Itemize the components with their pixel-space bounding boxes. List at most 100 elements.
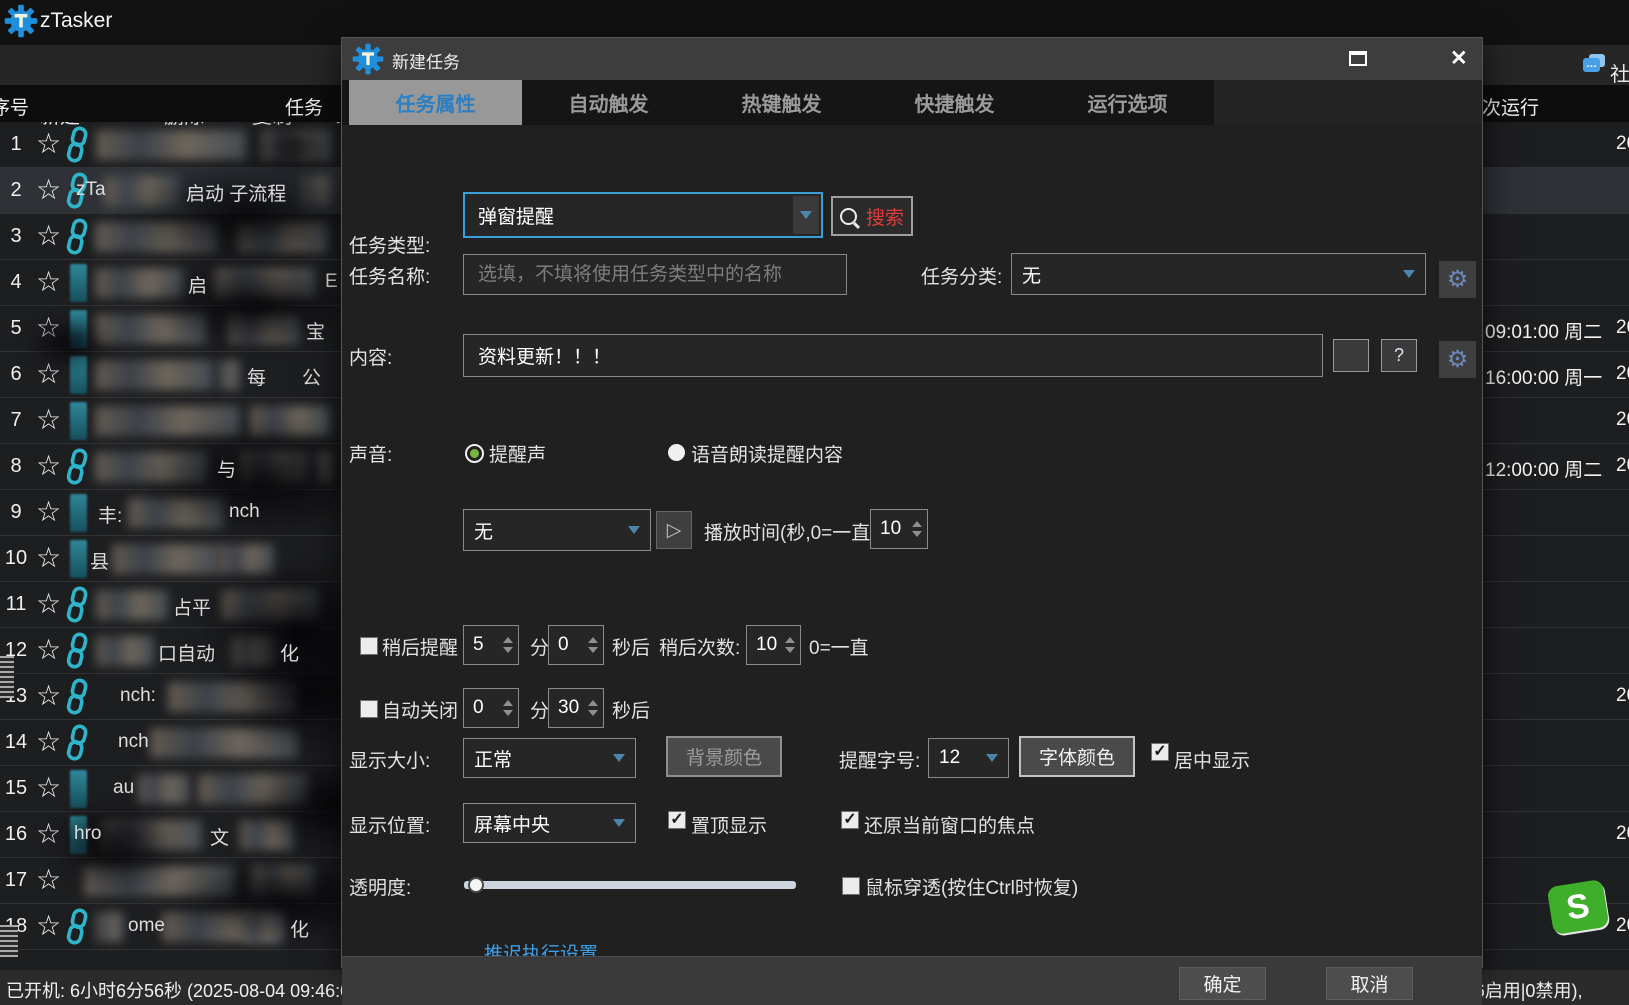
clipped-date-value: 20: [1616, 685, 1629, 707]
play-time-spinner[interactable]: 10: [870, 509, 928, 549]
task-name-fragment: 每: [247, 363, 266, 390]
content-help-button[interactable]: ?: [1381, 339, 1417, 372]
task-name-fragment: 宝: [306, 317, 325, 344]
font-size-label: 提醒字号:: [839, 746, 920, 773]
favorite-star-icon[interactable]: ☆: [36, 495, 61, 528]
spinner-arrows-icon[interactable]: [503, 626, 513, 664]
content-input[interactable]: [476, 344, 1310, 368]
display-pos-value: 屏幕中央: [474, 810, 550, 837]
column-header-task[interactable]: 任务: [285, 93, 323, 120]
dialog-tab[interactable]: 快捷触发: [868, 80, 1041, 125]
alert-sound-radio-label[interactable]: 提醒声: [489, 440, 546, 467]
linked-task-chain-icon: [66, 631, 88, 676]
later-minutes-spinner[interactable]: 5: [463, 625, 519, 665]
favorite-star-icon[interactable]: ☆: [36, 265, 61, 298]
favorite-star-icon[interactable]: ☆: [36, 679, 61, 712]
search-button-label: 搜索: [866, 203, 904, 230]
favorite-star-icon[interactable]: ☆: [36, 403, 61, 436]
dialog-tab[interactable]: 热键触发: [695, 80, 868, 125]
favorite-star-icon[interactable]: ☆: [36, 725, 61, 758]
autoclose-seconds-spinner[interactable]: 30: [548, 688, 604, 728]
left-scrollbar-grip[interactable]: [0, 925, 18, 957]
favorite-star-icon[interactable]: ☆: [36, 219, 61, 252]
cancel-button[interactable]: 取消: [1326, 967, 1413, 1000]
alert-sound-radio[interactable]: [465, 444, 484, 463]
font-size-select[interactable]: 12: [928, 738, 1009, 778]
spinner-arrows-icon[interactable]: [785, 626, 795, 664]
clipped-date-value: 20: [1616, 823, 1629, 845]
center-display-label[interactable]: 居中显示: [1174, 746, 1250, 773]
favorite-star-icon[interactable]: ☆: [36, 909, 61, 942]
sound-select[interactable]: 无: [463, 509, 651, 551]
task-index: 9: [0, 501, 32, 524]
remind-later-checkbox[interactable]: [360, 637, 378, 655]
dialog-tab[interactable]: 任务属性: [349, 80, 522, 125]
task-category-value: 无: [1022, 261, 1041, 288]
mouse-through-label[interactable]: 鼠标穿透(按住Ctrl时恢复): [865, 873, 1078, 900]
dialog-tab[interactable]: 自动触发: [522, 80, 695, 125]
column-header-next-run[interactable]: 次运行: [1482, 93, 1539, 120]
auto-close-checkbox[interactable]: [360, 700, 378, 718]
tts-radio[interactable]: [668, 444, 685, 461]
opacity-slider-thumb[interactable]: [468, 877, 484, 893]
spinner-arrows-icon[interactable]: [503, 689, 513, 727]
maximize-restore-icon[interactable]: [1349, 51, 1367, 66]
task-name-input[interactable]: [476, 263, 834, 287]
ztasker-app: zTasker + 新建 ✕ 删除 复制 编辑 … 社 序号 任务 次运行 1☆: [0, 0, 1629, 1005]
task-index: 2: [0, 179, 32, 202]
spinner-arrows-icon[interactable]: [588, 689, 598, 727]
opacity-slider-track[interactable]: [464, 881, 796, 889]
remind-later-label[interactable]: 稍后提醒: [382, 633, 458, 660]
task-category-label: 任务分类:: [921, 262, 1002, 289]
display-pos-select[interactable]: 屏幕中央: [463, 803, 636, 843]
center-display-checkbox[interactable]: ✓: [1151, 743, 1169, 761]
bg-color-button[interactable]: 背景颜色: [666, 736, 782, 777]
mouse-through-checkbox[interactable]: [842, 877, 860, 895]
minutes-unit-label: 分: [530, 633, 549, 660]
redaction-smudge: [250, 118, 340, 176]
ok-button[interactable]: 确定: [1179, 967, 1266, 1000]
column-header-index[interactable]: 序号: [0, 93, 29, 120]
font-color-button[interactable]: 字体颜色: [1019, 736, 1135, 777]
task-category-select[interactable]: 无: [1011, 253, 1426, 295]
dialog-titlebar: 新建任务 ✕: [342, 38, 1482, 80]
play-sound-button[interactable]: ▷: [656, 511, 692, 549]
favorite-star-icon[interactable]: ☆: [36, 633, 61, 666]
later-count-spinner[interactable]: 10: [746, 625, 801, 665]
later-seconds-value: 0: [558, 634, 569, 656]
dialog-tab[interactable]: 运行选项: [1041, 80, 1214, 125]
restore-focus-label[interactable]: 还原当前窗口的焦点: [864, 811, 1035, 838]
task-type-select[interactable]: 弹窗提醒: [463, 192, 823, 238]
favorite-star-icon[interactable]: ☆: [36, 127, 61, 160]
topmost-label[interactable]: 置顶显示: [691, 811, 767, 838]
favorite-star-icon[interactable]: ☆: [36, 449, 61, 482]
display-size-select[interactable]: 正常: [463, 738, 636, 778]
favorite-star-icon[interactable]: ☆: [36, 173, 61, 206]
auto-close-label[interactable]: 自动关闭: [382, 696, 458, 723]
spinner-arrows-icon[interactable]: [912, 510, 922, 548]
restore-focus-checkbox[interactable]: ✓: [841, 811, 859, 829]
tts-radio-label[interactable]: 语音朗读提醒内容: [691, 440, 843, 467]
community-chat-icon[interactable]: …: [1583, 54, 1607, 78]
search-task-type-button[interactable]: 搜索: [831, 196, 913, 236]
topmost-checkbox[interactable]: ✓: [668, 811, 686, 829]
task-name-fragment: 县: [90, 547, 109, 574]
linked-task-chain-icon: [66, 447, 88, 492]
task-name-fragment: nch: [118, 731, 149, 753]
uptime-status: 已开机: 6小时6分56秒 (2025-08-04 09:46:02): [6, 977, 366, 1003]
spinner-arrows-icon[interactable]: [588, 626, 598, 664]
tray-s-icon[interactable]: S: [1547, 879, 1610, 935]
category-settings-gear-button[interactable]: ⚙: [1439, 261, 1476, 298]
favorite-star-icon[interactable]: ☆: [36, 587, 61, 620]
close-icon[interactable]: ✕: [1450, 46, 1468, 71]
later-seconds-spinner[interactable]: 0: [548, 625, 604, 665]
autoclose-minutes-spinner[interactable]: 0: [463, 688, 519, 728]
always-hint-label: 0=一直: [809, 633, 869, 660]
left-scrollbar-grip[interactable]: [0, 656, 14, 698]
community-button-label[interactable]: 社: [1610, 58, 1629, 87]
content-extra-button[interactable]: [1333, 339, 1369, 372]
seconds-unit-label: 秒后: [612, 633, 650, 660]
favorite-star-icon[interactable]: ☆: [36, 541, 61, 574]
content-settings-gear-button[interactable]: ⚙: [1439, 341, 1476, 378]
task-type-dropdown-button[interactable]: [793, 196, 819, 234]
